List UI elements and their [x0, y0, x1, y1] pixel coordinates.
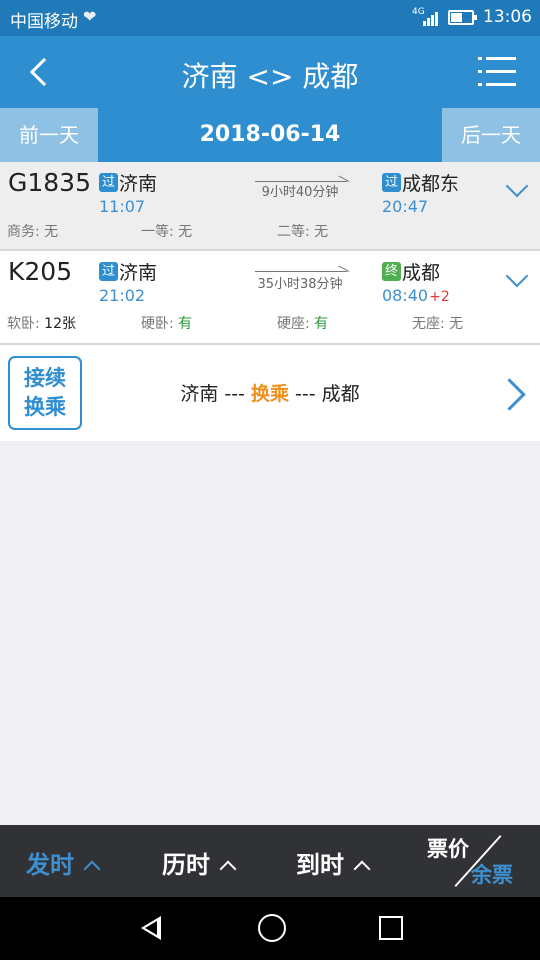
train-row[interactable]: G1835 过 济南 11:07 9小时40分钟 过 成都东 20:47 商务:… [0, 162, 540, 251]
departure-station: 济南 [119, 173, 158, 195]
seat-first-class: 一等: 无 [141, 224, 193, 240]
duration: 35小时38分钟 [257, 277, 343, 292]
train-row[interactable]: K205 过 济南 21:02 35小时38分钟 终 成都 08:40+2 软卧… [0, 251, 540, 345]
heart-pulse-icon: ❤ [83, 7, 97, 26]
arrival-station: 成都东 [402, 173, 460, 195]
terminal-badge: 终 [382, 262, 401, 281]
chevron-down-icon[interactable] [506, 178, 528, 200]
chevron-up-icon [353, 860, 371, 878]
next-day-button[interactable]: 后一天 [442, 108, 540, 162]
app-header: 济南 <> 成都 [0, 36, 540, 108]
transfer-tag: 接续 换乘 [8, 356, 82, 430]
duration: 9小时40分钟 [261, 185, 339, 200]
sort-by-duration-button[interactable]: 历时 [162, 845, 237, 880]
signal-icon [423, 10, 441, 26]
prev-day-button[interactable]: 前一天 [0, 108, 98, 162]
chevron-up-icon [83, 860, 101, 878]
remaining-label: 余票 [471, 863, 513, 887]
recent-apps-icon[interactable] [373, 913, 407, 943]
arrival-station: 成都 [402, 262, 441, 284]
travel-date[interactable]: 2018-06-14 [98, 108, 442, 162]
seat-standing: 无座: 无 [412, 316, 464, 332]
chevron-down-icon[interactable] [506, 268, 528, 290]
transfer-route-row[interactable]: 接续 换乘 济南 --- 换乘 --- 成都 [0, 345, 540, 441]
price-label: 票价 [427, 837, 469, 861]
home-circle-icon[interactable] [254, 913, 288, 943]
back-triangle-icon[interactable] [133, 913, 167, 943]
chevron-up-icon [219, 860, 237, 878]
sort-by-departure-button[interactable]: 发时 [26, 845, 101, 880]
arrival-day-offset: +2 [429, 289, 450, 305]
departure-station: 济南 [119, 262, 158, 284]
transfer-route: 济南 --- 换乘 --- 成都 [180, 383, 360, 405]
battery-icon [448, 10, 477, 25]
arrow-right-icon [255, 264, 349, 272]
seat-second-class: 二等: 无 [277, 224, 329, 240]
arrival-time: 20:47 [382, 197, 429, 216]
list-menu-icon[interactable] [476, 54, 520, 90]
pass-through-badge: 过 [382, 173, 401, 192]
system-nav-bar [0, 897, 540, 960]
arrival-time: 08:40+2 [382, 286, 450, 305]
departure-time: 21:02 [99, 286, 146, 305]
status-bar: 中国移动 ❤ 4G 13:06 [0, 0, 540, 36]
pass-through-badge: 过 [99, 173, 118, 192]
page-title: 济南 <> 成都 [181, 60, 359, 93]
sort-bar: 发时 历时 到时 票价 余票 [0, 825, 540, 897]
seat-business: 商务: 无 [7, 224, 59, 240]
date-bar: 前一天 2018-06-14 后一天 [0, 108, 540, 162]
seat-hard-seat: 硬座: 有 [277, 316, 329, 332]
seat-soft-sleeper: 软卧: 12张 [7, 316, 76, 332]
train-code: K205 [8, 257, 73, 286]
seat-hard-sleeper: 硬卧: 有 [141, 316, 193, 332]
clock: 13:06 [483, 7, 532, 27]
chevron-right-icon[interactable] [504, 381, 528, 405]
pass-through-badge: 过 [99, 262, 118, 281]
sort-by-arrival-button[interactable]: 到时 [296, 845, 371, 880]
departure-time: 11:07 [99, 197, 146, 216]
train-code: G1835 [8, 168, 91, 197]
carrier-name: 中国移动 [10, 12, 78, 32]
price-remaining-toggle[interactable]: 票价 余票 [422, 825, 540, 897]
